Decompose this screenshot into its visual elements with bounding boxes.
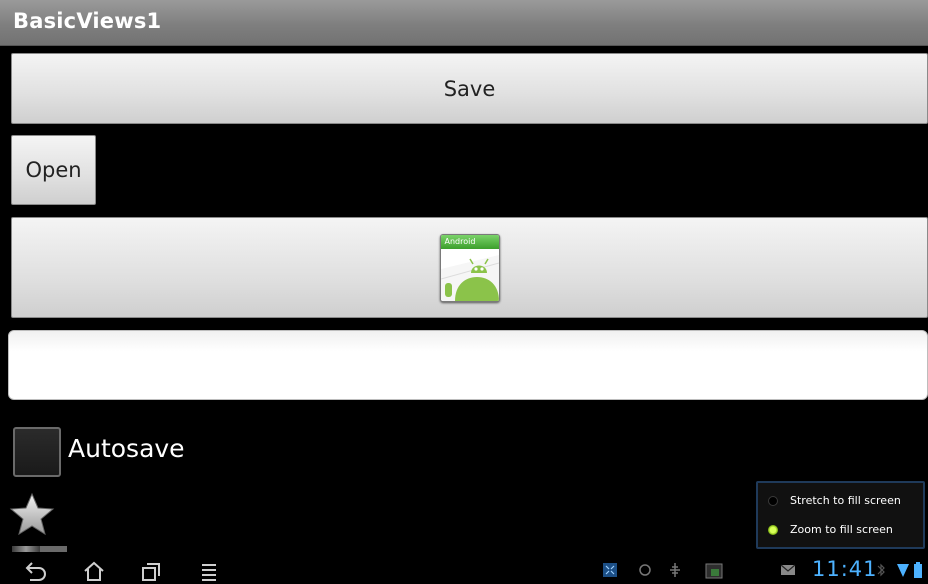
- bluetooth-icon: [877, 563, 885, 577]
- app-title: BasicViews1: [13, 9, 162, 33]
- screen-compat-icon[interactable]: [602, 562, 618, 578]
- autosave-label[interactable]: Autosave: [68, 434, 185, 463]
- autosave-checkbox[interactable]: [13, 427, 61, 477]
- wifi-icon: [897, 564, 909, 577]
- email-icon: [780, 564, 796, 575]
- open-button[interactable]: Open: [11, 135, 96, 205]
- progress-fill: [12, 546, 40, 552]
- gps-icon: [639, 564, 651, 576]
- stretch-option-label: Stretch to fill screen: [790, 494, 901, 507]
- save-button[interactable]: Save: [11, 53, 928, 124]
- star-icon[interactable]: [9, 492, 55, 536]
- android-app-icon: Android: [439, 233, 500, 302]
- back-icon[interactable]: [22, 560, 48, 582]
- battery-icon: [914, 562, 922, 578]
- android-icon-label: Android: [440, 234, 499, 249]
- screen-scale-popup: Stretch to fill screen Zoom to fill scre…: [756, 481, 925, 549]
- zoom-radio[interactable]: [768, 524, 778, 535]
- menu-icon[interactable]: [198, 560, 220, 582]
- stretch-radio[interactable]: [768, 495, 778, 506]
- usb-icon: [670, 563, 680, 577]
- recent-apps-icon[interactable]: [139, 560, 163, 582]
- image-button[interactable]: Android: [11, 217, 928, 318]
- zoom-option[interactable]: Zoom to fill screen: [768, 523, 893, 536]
- status-clock: 11:41: [812, 557, 878, 581]
- title-bar: BasicViews1: [0, 0, 928, 46]
- zoom-option-label: Zoom to fill screen: [790, 523, 893, 536]
- progress-bar: [12, 546, 67, 552]
- stretch-option[interactable]: Stretch to fill screen: [768, 494, 901, 507]
- system-bar: 11:41: [0, 556, 928, 584]
- text-input[interactable]: [8, 330, 928, 400]
- screenshot-icon: [705, 563, 723, 579]
- home-icon[interactable]: [82, 560, 106, 582]
